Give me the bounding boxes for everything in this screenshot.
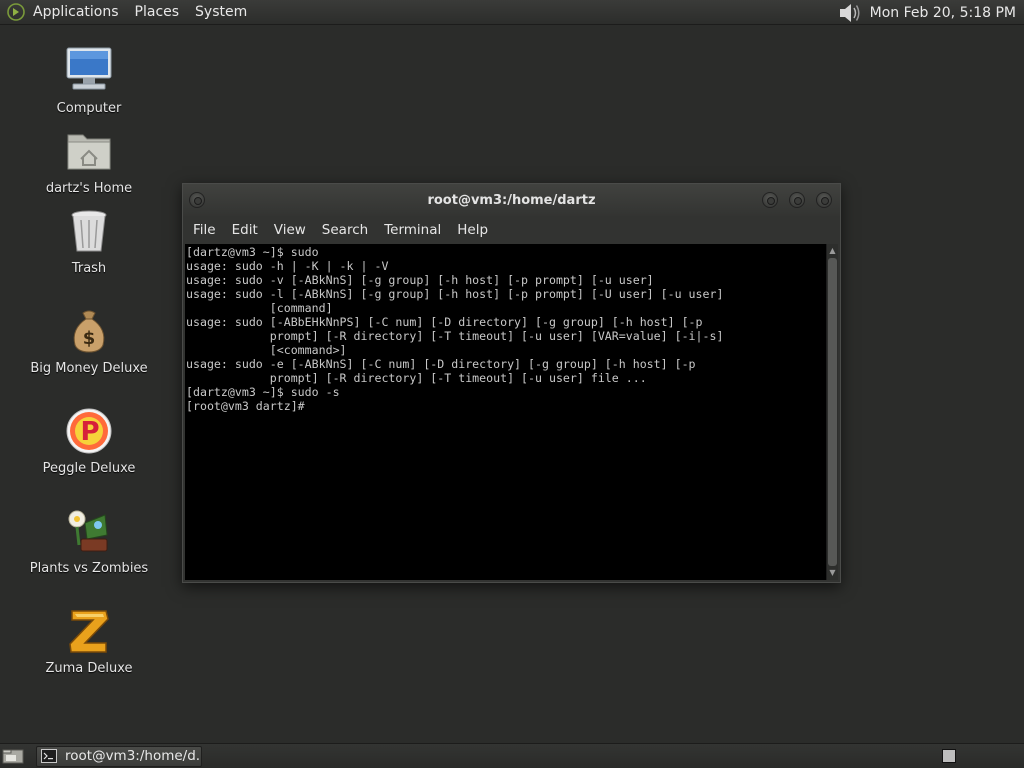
terminal-line: prompt] [-R directory] [-T timeout] [-u …	[186, 329, 724, 343]
plants-vs-zombies-icon	[68, 510, 108, 552]
terminal-line: usage: sudo -l [-ABkNnS] [-g group] [-h …	[186, 287, 724, 301]
terminal-output[interactable]: [dartz@vm3 ~]$ sudo usage: sudo -h | -K |…	[185, 244, 826, 580]
terminal-line: [dartz@vm3 ~]$ sudo -s	[186, 385, 340, 399]
top-panel: Applications Places System Mon Feb 20, 5…	[0, 0, 1024, 25]
desktop-icon-big-money[interactable]: $ Big Money Deluxe	[24, 305, 154, 376]
terminal-menubar: File Edit View Search Terminal Help	[183, 216, 840, 244]
show-desktop-icon[interactable]	[2, 747, 24, 765]
desktop-icon-label: Computer	[56, 101, 122, 116]
menu-file[interactable]: File	[185, 222, 224, 238]
menu-terminal[interactable]: Terminal	[376, 222, 449, 238]
terminal-line: [command]	[186, 301, 333, 315]
minimize-button[interactable]	[762, 192, 778, 208]
taskbar-item-label: root@vm3:/home/d...	[65, 748, 202, 764]
workspace-switcher[interactable]	[942, 749, 956, 763]
close-button[interactable]	[816, 192, 832, 208]
top-panel-tray: Mon Feb 20, 5:18 PM	[838, 0, 1016, 25]
terminal-line: [dartz@vm3 ~]$ sudo	[186, 245, 319, 259]
terminal-line: [<command>]	[186, 343, 347, 357]
peggle-icon: P	[66, 408, 112, 454]
desktop-icon-home[interactable]: dartz's Home	[24, 125, 154, 196]
scroll-up-icon[interactable]: ▲	[827, 246, 838, 256]
menu-view[interactable]: View	[266, 222, 314, 238]
clock[interactable]: Mon Feb 20, 5:18 PM	[870, 5, 1016, 21]
maximize-button[interactable]	[789, 192, 805, 208]
home-folder-icon	[67, 134, 111, 170]
svg-text:$: $	[83, 328, 96, 349]
window-title: root@vm3:/home/dartz	[427, 192, 596, 208]
terminal-area[interactable]: [dartz@vm3 ~]$ sudo usage: sudo -h | -K |…	[185, 244, 838, 580]
desktop-icon-plants-vs-zombies[interactable]: Plants vs Zombies	[24, 505, 154, 576]
terminal-line: prompt] [-R directory] [-T timeout] [-u …	[186, 371, 647, 385]
menu-edit[interactable]: Edit	[224, 222, 266, 238]
terminal-line: usage: sudo -h | -K | -k | -V	[186, 259, 389, 273]
desktop-icon-zuma[interactable]: Zuma Deluxe	[24, 605, 154, 676]
desktop-icon-label: dartz's Home	[45, 181, 133, 196]
desktop-icon-computer[interactable]: Computer	[24, 45, 154, 116]
desktop-icon-label: Peggle Deluxe	[42, 461, 136, 476]
window-menu-button[interactable]	[189, 192, 205, 208]
desktop-icon-peggle[interactable]: P Peggle Deluxe	[24, 405, 154, 476]
desktop-icon-label: Trash	[71, 261, 107, 276]
terminal-window[interactable]: root@vm3:/home/dartz File Edit View Sear…	[182, 183, 841, 583]
applications-menu[interactable]: Applications	[33, 4, 127, 20]
desktop-icon-trash[interactable]: Trash	[24, 205, 154, 276]
svg-text:P: P	[80, 417, 99, 447]
scroll-down-icon[interactable]: ▼	[827, 568, 838, 578]
menu-search[interactable]: Search	[314, 222, 376, 238]
window-titlebar[interactable]: root@vm3:/home/dartz	[183, 184, 840, 216]
terminal-line: [root@vm3 dartz]#	[186, 399, 305, 413]
terminal-scrollbar[interactable]: ▲ ▼	[826, 244, 838, 580]
computer-icon	[66, 47, 112, 90]
taskbar-item-terminal[interactable]: root@vm3:/home/d...	[36, 745, 202, 767]
desktop-icon-label: Zuma Deluxe	[45, 661, 133, 676]
bottom-panel: root@vm3:/home/d...	[0, 743, 1024, 768]
gnome-foot-icon[interactable]	[7, 3, 25, 21]
terminal-line: usage: sudo -e [-ABkNnS] [-C num] [-D di…	[186, 357, 696, 371]
desktop-icon-label: Plants vs Zombies	[29, 561, 149, 576]
terminal-line: usage: sudo -v [-ABkNnS] [-g group] [-h …	[186, 273, 654, 287]
places-menu[interactable]: Places	[127, 4, 188, 20]
money-bag-icon: $	[73, 310, 105, 353]
zuma-icon	[69, 610, 109, 653]
desktop-icon-label: Big Money Deluxe	[30, 361, 148, 376]
terminal-line: usage: sudo [-ABbEHkNnPS] [-C num] [-D d…	[186, 315, 703, 329]
scrollbar-thumb[interactable]	[828, 258, 837, 566]
system-menu[interactable]: System	[187, 4, 255, 20]
trash-icon	[71, 210, 107, 252]
menu-help[interactable]: Help	[449, 222, 496, 238]
volume-icon[interactable]	[838, 2, 862, 24]
terminal-icon	[41, 749, 57, 763]
